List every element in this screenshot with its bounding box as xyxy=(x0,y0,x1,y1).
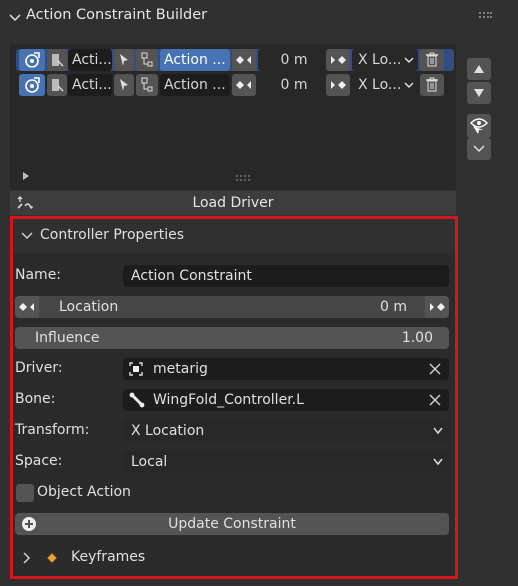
chevron-right-icon xyxy=(23,552,31,564)
drag-handle-icon[interactable] xyxy=(478,11,492,21)
keyframe-icon xyxy=(46,552,58,564)
frame-decrement-icon[interactable] xyxy=(232,49,256,71)
update-constraint-label: Update Constraint xyxy=(168,516,296,532)
location-increment-icon[interactable] xyxy=(425,296,449,318)
move-down-button[interactable] xyxy=(467,82,491,104)
constraint-toggle-icon[interactable] xyxy=(19,74,45,96)
location-value: 0 m xyxy=(380,299,407,315)
move-up-button[interactable] xyxy=(467,58,491,80)
action-name-field[interactable]: Action ... xyxy=(160,74,230,96)
chevron-down-icon xyxy=(404,57,414,64)
bone-label: Bone: xyxy=(15,391,56,407)
name-field[interactable]: Action Constraint xyxy=(123,265,449,287)
driver-value: metarig xyxy=(153,361,208,377)
bone-value: WingFold_Controller.L xyxy=(153,392,304,408)
list-item[interactable]: Acti... Action ... 0 m X Lo... xyxy=(16,74,454,96)
driver-label: Driver: xyxy=(15,360,63,376)
hierarchy-icon[interactable] xyxy=(136,74,158,96)
triangle-down-icon xyxy=(474,89,484,97)
controller-properties-header[interactable]: Controller Properties xyxy=(13,219,455,253)
object-icon xyxy=(129,362,143,376)
transform-label: Transform: xyxy=(15,422,90,438)
load-driver-button[interactable]: Load Driver xyxy=(10,191,456,215)
chevron-down-icon xyxy=(9,14,21,22)
location-decrement-icon[interactable] xyxy=(15,296,39,318)
resize-grip-icon[interactable] xyxy=(236,175,250,181)
location-slider[interactable]: Location 0 m xyxy=(15,296,449,318)
space-dropdown[interactable]: Local xyxy=(123,451,449,473)
chevron-down-icon xyxy=(404,82,414,89)
location-label: Location xyxy=(59,299,119,315)
influence-value: 1.00 xyxy=(401,330,433,346)
transform-value: X Lo... xyxy=(358,52,402,68)
frame-increment-icon[interactable] xyxy=(326,74,350,96)
bone-icon[interactable] xyxy=(47,49,67,71)
panel-header[interactable]: Action Constraint Builder xyxy=(0,0,518,34)
panel-title: Action Constraint Builder xyxy=(26,7,208,23)
bone-icon[interactable] xyxy=(47,74,67,96)
transform-dropdown[interactable]: X Lo... xyxy=(352,74,418,96)
object-action-checkbox[interactable] xyxy=(16,484,34,502)
controller-properties-title: Controller Properties xyxy=(40,227,185,243)
frame-decrement-icon[interactable] xyxy=(232,74,256,96)
frame-value-field[interactable]: 0 m xyxy=(258,49,330,71)
influence-label: Influence xyxy=(35,330,100,346)
influence-slider[interactable]: Influence 1.00 xyxy=(15,327,449,349)
keyframes-label: Keyframes xyxy=(71,549,146,565)
load-driver-label: Load Driver xyxy=(192,195,274,211)
chevron-down-icon xyxy=(21,232,33,240)
bone-field[interactable]: WingFold_Controller.L xyxy=(123,389,449,411)
controller-properties-panel: Controller Properties Name: Action Const… xyxy=(10,216,458,579)
space-value: Local xyxy=(131,454,168,470)
trash-icon[interactable] xyxy=(420,49,444,71)
action-name-field[interactable]: Action ... xyxy=(160,49,230,71)
constraint-list[interactable]: Acti... Action ... 0 m X Lo... Acti... A… xyxy=(10,44,456,190)
constraint-name-field[interactable]: Acti... xyxy=(68,49,112,71)
chevron-down-icon xyxy=(433,427,443,435)
bone-icon xyxy=(129,392,145,408)
cursor-icon[interactable] xyxy=(114,49,134,71)
options-dropdown-button[interactable] xyxy=(467,138,491,160)
panel-background xyxy=(459,255,518,586)
name-value: Action Constraint xyxy=(131,268,252,284)
constraint-toggle-icon[interactable] xyxy=(19,49,45,71)
driver-field[interactable]: metarig xyxy=(123,358,449,380)
keyframes-header[interactable]: Keyframes xyxy=(13,541,455,575)
visibility-button[interactable] xyxy=(467,114,491,138)
name-label: Name: xyxy=(15,267,62,283)
hierarchy-icon[interactable] xyxy=(136,49,158,71)
transform-value: X Location xyxy=(131,423,205,439)
transform-value: X Lo... xyxy=(358,77,402,93)
eye-cursor-icon xyxy=(470,118,488,134)
transform-dropdown[interactable]: X Lo... xyxy=(352,49,418,71)
cursor-icon[interactable] xyxy=(114,74,134,96)
expand-filter-icon[interactable] xyxy=(22,172,30,180)
triangle-up-icon xyxy=(474,65,484,73)
frame-value-field[interactable]: 0 m xyxy=(258,74,330,96)
clear-icon[interactable] xyxy=(429,363,441,375)
trash-icon[interactable] xyxy=(420,74,444,96)
chevron-down-icon xyxy=(473,145,485,153)
list-item[interactable]: Acti... Action ... 0 m X Lo... xyxy=(16,49,454,71)
clear-icon[interactable] xyxy=(429,394,441,406)
update-constraint-button[interactable]: Update Constraint xyxy=(15,513,449,535)
transform-dropdown[interactable]: X Location xyxy=(123,420,449,442)
frame-increment-icon[interactable] xyxy=(326,49,350,71)
space-label: Space: xyxy=(15,453,63,469)
object-action-label: Object Action xyxy=(37,484,131,500)
chevron-down-icon xyxy=(433,458,443,466)
constraint-name-field[interactable]: Acti... xyxy=(68,74,112,96)
